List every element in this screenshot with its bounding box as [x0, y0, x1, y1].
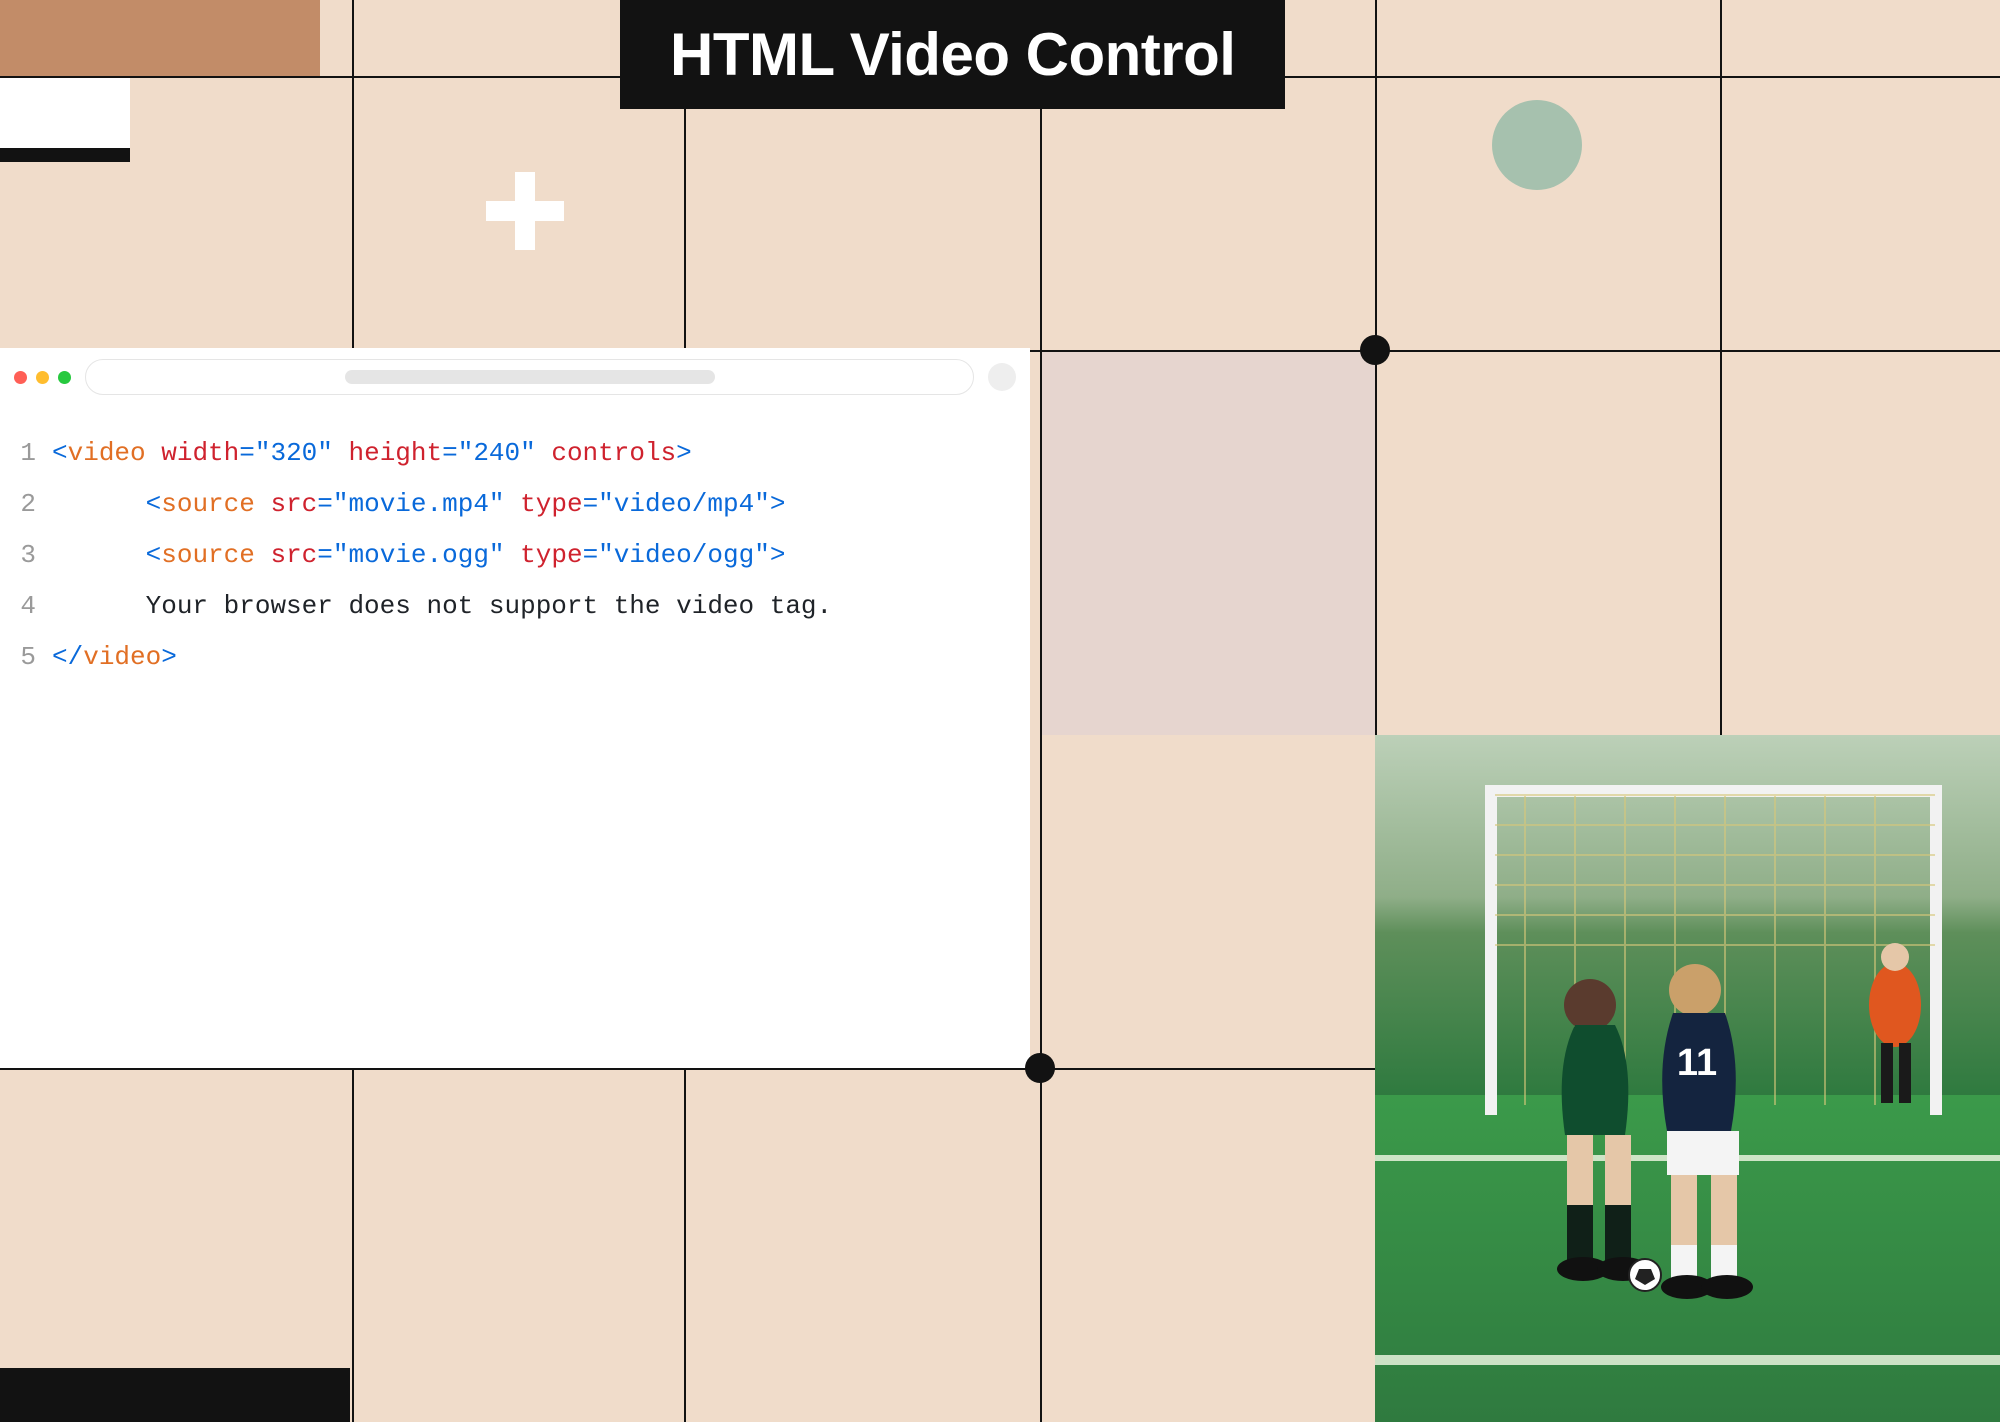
editor-body: 1<video width="320" height="240" control… [0, 406, 1030, 705]
window-traffic-lights [14, 371, 71, 384]
code-content: Your browser does not support the video … [52, 581, 832, 632]
grid-vline [1040, 0, 1042, 1422]
minimize-dot-icon[interactable] [36, 371, 49, 384]
maximize-dot-icon[interactable] [58, 371, 71, 384]
code-content: <source src="movie.ogg" type="video/ogg"… [52, 530, 785, 581]
deco-dot [1025, 1053, 1055, 1083]
svg-text:11: 11 [1677, 1042, 1717, 1084]
profile-avatar-icon[interactable] [988, 363, 1016, 391]
code-line: 1<video width="320" height="240" control… [18, 428, 1012, 479]
code-line: 5</video> [18, 632, 1012, 683]
code-line: 3 <source src="movie.ogg" type="video/og… [18, 530, 1012, 581]
code-content: <video width="320" height="240" controls… [52, 428, 692, 479]
line-number: 1 [18, 428, 52, 479]
plus-icon [486, 172, 564, 250]
code-content: <source src="movie.mp4" type="video/mp4"… [52, 479, 785, 530]
line-number: 3 [18, 530, 52, 581]
code-line: 2 <source src="movie.mp4" type="video/mp… [18, 479, 1012, 530]
code-line: 4 Your browser does not support the vide… [18, 581, 1012, 632]
line-number: 5 [18, 632, 52, 683]
video-preview-photo: 11 [1375, 735, 2000, 1422]
deco-brown-block [0, 0, 320, 76]
url-placeholder [345, 370, 715, 384]
close-dot-icon[interactable] [14, 371, 27, 384]
url-bar[interactable] [85, 359, 974, 395]
deco-black-bottom [0, 1368, 350, 1422]
code-editor-window: 1<video width="320" height="240" control… [0, 348, 1030, 1068]
deco-pink-panel [1040, 350, 1375, 735]
deco-dot [1360, 335, 1390, 365]
deco-green-circle [1492, 100, 1582, 190]
deco-black-stripe [0, 148, 130, 162]
code-content: </video> [52, 632, 177, 683]
line-number: 4 [18, 581, 52, 632]
editor-toolbar [0, 348, 1030, 406]
line-number: 2 [18, 479, 52, 530]
page-title: HTML Video Control [620, 0, 1285, 109]
